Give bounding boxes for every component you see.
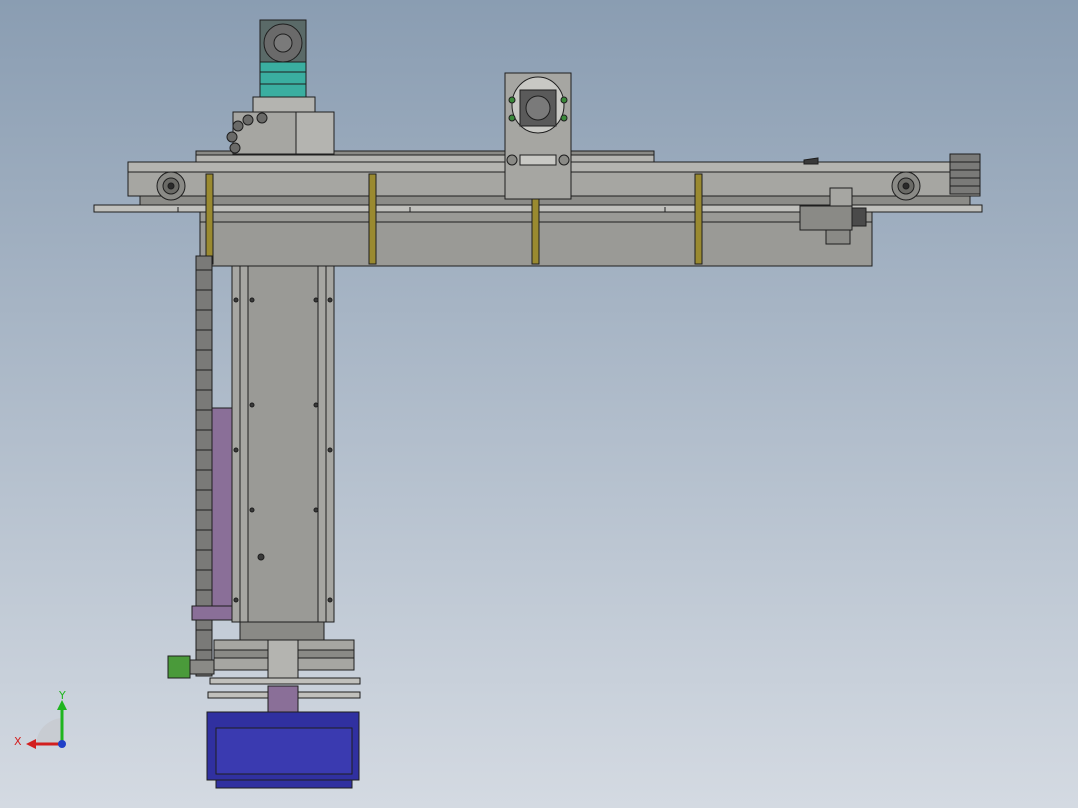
triad-x-label: X	[14, 735, 22, 748]
carriage-motor-plate	[504, 72, 572, 200]
left-pulley	[156, 171, 186, 201]
triad-z-axis	[58, 740, 66, 748]
triad-y-label: Y	[58, 689, 66, 702]
vertical-column	[231, 265, 335, 623]
right-pulley	[891, 171, 921, 201]
gantry-drawing: Y X	[0, 0, 1078, 808]
cad-viewport[interactable]: Y X	[0, 0, 1078, 808]
